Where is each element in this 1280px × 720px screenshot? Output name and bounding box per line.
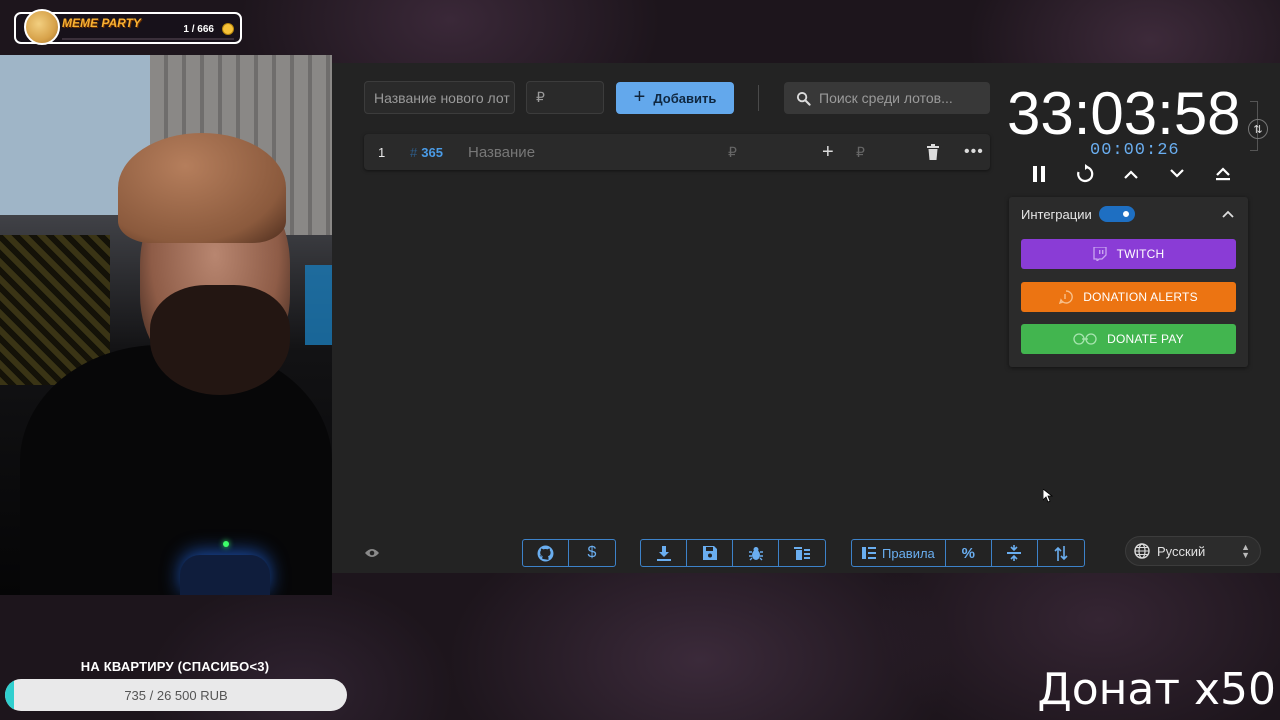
- twitch-button[interactable]: TWITCH: [1021, 239, 1236, 269]
- mouse-cursor-icon: [1043, 489, 1053, 503]
- lot-search-input[interactable]: Поиск среди лотов...: [784, 82, 990, 114]
- chevron-up-icon[interactable]: [1222, 205, 1234, 223]
- lot-search-placeholder: Поиск среди лотов...: [819, 90, 953, 106]
- timer-controls: [1026, 161, 1236, 187]
- add-lot-button-label: Добавить: [653, 90, 717, 106]
- chevron-up-icon[interactable]: [1118, 161, 1144, 187]
- meme-party-title: MEME PARTY: [62, 16, 141, 30]
- github-icon: [537, 545, 554, 561]
- integrations-title: Интеграции: [1021, 207, 1092, 222]
- integrations-panel: Интеграции TWITCH DONATION ALERTS DONATE…: [1009, 197, 1248, 367]
- search-icon: [796, 91, 811, 106]
- eye-icon[interactable]: [364, 546, 380, 564]
- main-timer: 33:03:58: [1007, 80, 1241, 147]
- more-icon[interactable]: •••: [964, 134, 984, 170]
- bug-icon: [748, 546, 763, 560]
- sort-button[interactable]: [1038, 540, 1084, 566]
- toolbar-group-links: $: [522, 539, 616, 567]
- rules-button-label: Правила: [882, 545, 935, 561]
- percent-icon: %: [961, 544, 975, 562]
- webcam-light: [305, 265, 332, 345]
- donate-button[interactable]: $: [569, 540, 615, 566]
- donation-alerts-icon: [1059, 290, 1074, 304]
- chevron-down-icon[interactable]: [1164, 161, 1190, 187]
- split-button[interactable]: [992, 540, 1038, 566]
- percent-button[interactable]: %: [946, 540, 992, 566]
- donation-goal-text: 735 / 26 500 RUB: [124, 687, 228, 703]
- donation-goal-bar: 735 / 26 500 RUB: [5, 679, 347, 711]
- rules-button[interactable]: Правила: [852, 540, 946, 566]
- donate-pay-icon: [1073, 333, 1097, 345]
- restart-icon[interactable]: [1072, 161, 1098, 187]
- auction-app: Название нового лот ₽ + Добавить Поиск с…: [332, 63, 1280, 573]
- timer-swap-icon[interactable]: ⇅: [1248, 119, 1268, 139]
- donat-multiplier-text: Донат х50: [1037, 664, 1276, 715]
- twitch-icon: [1092, 247, 1107, 261]
- split-icon: [1007, 545, 1022, 561]
- lot-name-input[interactable]: Название: [468, 134, 535, 170]
- save-button[interactable]: [687, 540, 733, 566]
- new-lot-name-value: Название нового лот: [374, 89, 510, 106]
- elapsed-timer: 00:00:26: [1090, 141, 1180, 160]
- webcam-speaker: [180, 555, 270, 595]
- download-button[interactable]: [641, 540, 687, 566]
- streamer-cap: [118, 133, 286, 243]
- sort-icon: [1054, 545, 1068, 561]
- clear-list-button[interactable]: [779, 540, 825, 566]
- coin-icon: [222, 23, 234, 35]
- plus-icon: +: [633, 85, 646, 108]
- toolbar-divider: [758, 85, 759, 111]
- trash-icon[interactable]: [926, 134, 940, 170]
- doge-avatar-icon: [24, 9, 60, 45]
- dollar-icon: $: [587, 544, 597, 561]
- new-lot-amount-input[interactable]: ₽: [526, 81, 604, 114]
- globe-icon: [1134, 543, 1150, 559]
- webcam-led: [223, 541, 229, 547]
- clear-list-icon: [794, 547, 810, 560]
- save-icon: [702, 546, 717, 560]
- donation-alerts-button-label: DONATION ALERTS: [1083, 290, 1198, 304]
- pause-icon[interactable]: [1026, 161, 1052, 187]
- donation-alerts-button[interactable]: DONATION ALERTS: [1021, 282, 1236, 312]
- lot-row: 1 # 365 Название ₽ + ₽ •••: [364, 134, 990, 170]
- github-button[interactable]: [523, 540, 569, 566]
- donate-pay-button-label: DONATE PAY: [1107, 332, 1184, 346]
- webcam-feed: [0, 55, 332, 595]
- integrations-toggle[interactable]: [1099, 206, 1135, 222]
- rules-icon: [862, 547, 876, 559]
- meme-party-widget: MEME PARTY 1 / 666: [14, 9, 242, 45]
- lot-id[interactable]: # 365: [410, 134, 443, 170]
- toggle-knob: [1120, 208, 1132, 220]
- eject-up-icon[interactable]: [1210, 161, 1236, 187]
- twitch-button-label: TWITCH: [1116, 247, 1165, 261]
- lot-amount-input[interactable]: ₽: [728, 134, 737, 170]
- language-select[interactable]: Русский ▲ ▼: [1125, 536, 1261, 566]
- download-icon: [656, 545, 671, 561]
- meme-party-progress: [62, 38, 234, 40]
- donation-goal-title: НА КВАРТИРУ (СПАСИБО<3): [80, 659, 270, 674]
- select-arrows-icon: ▲ ▼: [1241, 542, 1250, 560]
- lot-add-amount-input[interactable]: ₽: [856, 134, 865, 170]
- add-lot-button[interactable]: + Добавить: [616, 82, 734, 114]
- donate-pay-button[interactable]: DONATE PAY: [1021, 324, 1236, 354]
- meme-party-count: 1 / 666: [183, 24, 214, 35]
- lot-id-value: 365: [421, 144, 443, 160]
- new-lot-name-input[interactable]: Название нового лот: [364, 81, 515, 114]
- new-lot-amount-placeholder: ₽: [536, 89, 545, 105]
- toolbar-group-file: [640, 539, 826, 567]
- lot-add-amount-icon[interactable]: +: [822, 134, 834, 170]
- language-value: Русский: [1157, 543, 1206, 559]
- hash-icon: #: [410, 144, 418, 160]
- bug-report-button[interactable]: [733, 540, 779, 566]
- toolbar-group-settings: Правила %: [851, 539, 1085, 567]
- lot-number: 1: [378, 144, 386, 160]
- streamer-beard: [150, 285, 290, 395]
